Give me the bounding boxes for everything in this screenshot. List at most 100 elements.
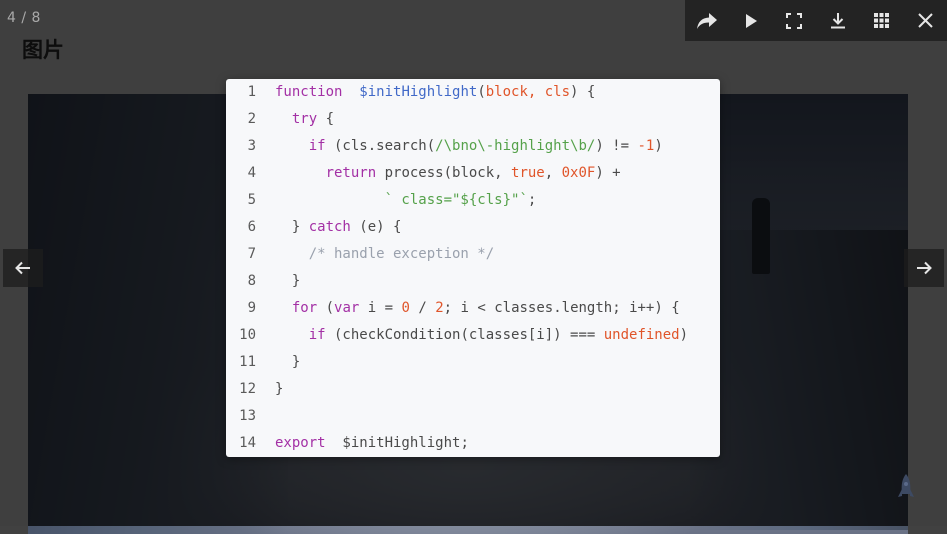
- fullscreen-button[interactable]: [772, 0, 816, 41]
- code-token: return: [325, 165, 377, 181]
- code-token: ; i < classes.length; i++) {: [443, 300, 680, 316]
- code-text: } catch (e) {: [275, 214, 402, 241]
- line-number: 14: [239, 435, 256, 451]
- next-button[interactable]: [904, 249, 944, 287]
- code-token: }: [275, 219, 309, 235]
- lightbox-toolbar: [685, 0, 947, 41]
- code-line: 11 }: [226, 349, 720, 376]
- code-text: return process(block, true, 0x0F) +: [275, 160, 621, 187]
- code-token: (: [477, 84, 486, 100]
- line-number: 9: [247, 300, 256, 316]
- share-icon: [696, 12, 717, 29]
- code-text: for (var i = 0 / 2; i < classes.length; …: [275, 295, 680, 322]
- code-token: (: [317, 300, 335, 316]
- line-number: 4: [247, 165, 256, 181]
- code-token: /: [409, 300, 436, 316]
- code-line: 4 return process(block, true, 0x0F) +: [226, 160, 720, 187]
- play-button[interactable]: [729, 0, 773, 41]
- code-line: 10 if (checkCondition(classes[i]) === un…: [226, 322, 720, 349]
- code-text: function $initHighlight(block, cls) {: [275, 79, 595, 106]
- play-icon: [745, 13, 757, 28]
- code-line: 12}: [226, 376, 720, 403]
- code-token: ,: [544, 165, 562, 181]
- line-number: 12: [239, 381, 256, 397]
- code-token: true: [511, 165, 545, 181]
- rocket-icon: [898, 474, 914, 497]
- code-token: catch: [308, 219, 351, 235]
- code-token: if: [308, 138, 326, 154]
- code-token: try: [291, 111, 318, 127]
- code-text: }: [275, 376, 283, 403]
- line-number: 8: [247, 273, 256, 289]
- image-counter: 4 / 8: [7, 10, 41, 26]
- code-token: -1: [637, 138, 655, 154]
- close-button[interactable]: [903, 0, 947, 41]
- code-token: process(block,: [376, 165, 512, 181]
- code-token: ) {: [570, 84, 596, 100]
- code-line: 7 /* handle exception */: [226, 241, 720, 268]
- code-token: ` class="${cls}"`: [384, 192, 528, 208]
- close-icon: [917, 13, 933, 28]
- code-token: 0x0F: [561, 165, 596, 181]
- code-token: ) !=: [595, 138, 638, 154]
- download-icon: [830, 13, 845, 29]
- code-line: 14 export $initHighlight;: [226, 430, 720, 457]
- line-number: 10: [239, 327, 256, 343]
- arrow-right-icon: [917, 261, 932, 275]
- code-token: }: [275, 381, 284, 397]
- code-token: ): [654, 138, 663, 154]
- code-token: /* handle exception */: [308, 246, 495, 262]
- code-line: 3 if (cls.search(/\bno\-highlight\b/) !=…: [226, 133, 720, 160]
- code-token: (e) {: [350, 219, 402, 235]
- code-line: 8 }: [226, 268, 720, 295]
- code-token: }: [275, 354, 301, 370]
- code-token: if: [308, 327, 326, 343]
- line-number: 11: [239, 354, 256, 370]
- fullscreen-icon: [786, 12, 803, 29]
- code-line: 13: [226, 403, 720, 430]
- code-token: var: [334, 300, 360, 316]
- download-button[interactable]: [816, 0, 860, 41]
- code-text: if (cls.search(/\bno\-highlight\b/) != -…: [275, 133, 663, 160]
- share-button[interactable]: [685, 0, 729, 41]
- code-text: }: [275, 349, 300, 376]
- code-token: export: [275, 435, 326, 451]
- line-number: 2: [247, 111, 256, 127]
- arrow-left-icon: [15, 261, 30, 275]
- code-token: $initHighlight: [359, 84, 478, 100]
- code-token: ): [679, 327, 689, 343]
- grid-button[interactable]: [860, 0, 904, 41]
- line-number: 7: [247, 246, 256, 262]
- code-token: (checkCondition(classes[i]) ===: [325, 327, 604, 343]
- code-token: function: [275, 84, 343, 100]
- line-number: 6: [247, 219, 256, 235]
- previous-button[interactable]: [3, 249, 43, 287]
- code-text: export $initHighlight;: [275, 430, 469, 457]
- code-token: ;: [527, 192, 537, 208]
- code-token: i =: [359, 300, 402, 316]
- code-token: {: [317, 111, 335, 127]
- line-number: 3: [247, 138, 256, 154]
- code-line: 9 for (var i = 0 / 2; i < classes.length…: [226, 295, 720, 322]
- code-text: try {: [275, 106, 334, 133]
- code-token: for: [291, 300, 318, 316]
- code-token: (cls.search(: [325, 138, 436, 154]
- code-token: }: [275, 273, 301, 289]
- code-text: }: [275, 268, 300, 295]
- grid-icon: [874, 13, 890, 28]
- code-token: undefined: [603, 327, 680, 343]
- code-token: ) +: [595, 165, 621, 181]
- code-token: 0: [401, 300, 410, 316]
- code-line: 2 try {: [226, 106, 720, 133]
- code-text: ` class="${cls}"`;: [275, 187, 537, 214]
- code-block: 1 function $initHighlight(block, cls) {2 …: [226, 79, 720, 457]
- line-number: 1: [247, 84, 256, 100]
- code-line: 1 function $initHighlight(block, cls) {: [226, 79, 720, 106]
